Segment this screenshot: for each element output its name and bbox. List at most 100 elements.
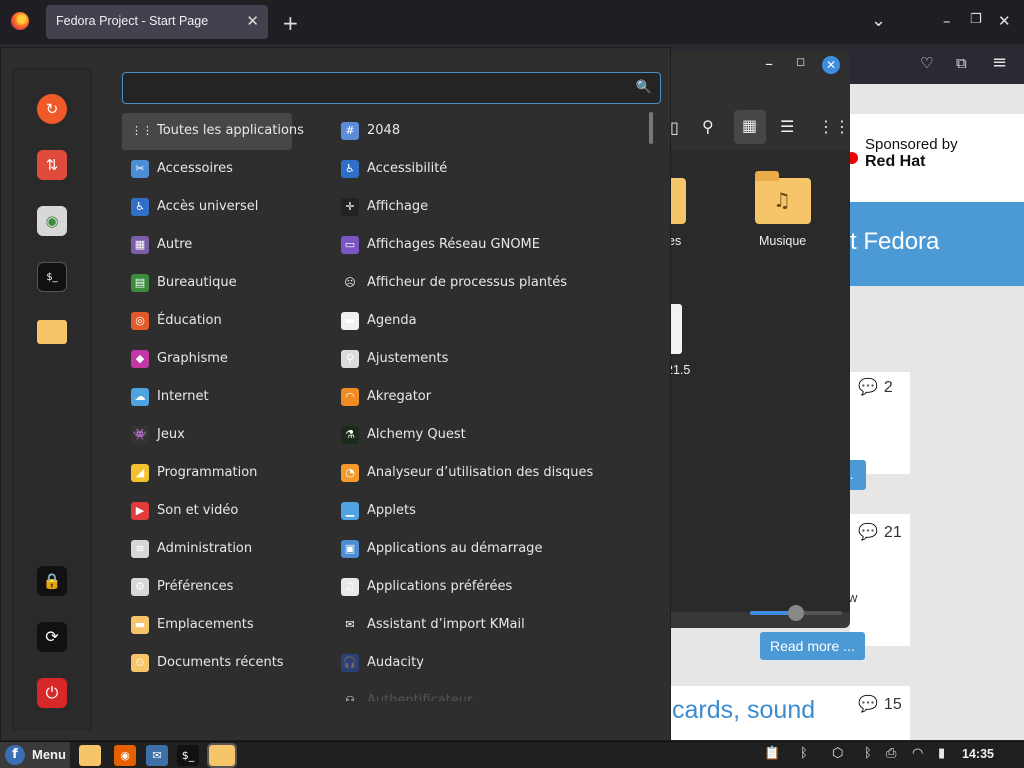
list-view-icon[interactable]: ☰ <box>780 117 794 136</box>
app-label: Affichage <box>367 199 429 214</box>
hamburger-menu-icon[interactable]: ≡ <box>992 52 1007 73</box>
clock[interactable]: 14:35 <box>962 747 994 761</box>
category-item[interactable]: ◎ Éducation <box>122 303 292 340</box>
app-item[interactable]: ▁ Applets <box>332 493 642 530</box>
category-label: Emplacements <box>157 617 254 632</box>
category-item[interactable]: 👾 Jeux <box>122 417 292 454</box>
new-tab-icon[interactable]: + <box>282 11 299 35</box>
tab-title: Fedora Project - Start Page <box>56 14 209 28</box>
category-label: Son et vidéo <box>157 503 239 518</box>
app-item[interactable]: ♿ Accessibilité <box>332 151 642 188</box>
category-icon: ♿ <box>131 198 149 216</box>
power-icon[interactable]: ⏻ <box>37 678 67 708</box>
app-item[interactable]: ▣ Applications au démarrage <box>332 531 642 568</box>
app-icon: # <box>341 122 359 140</box>
folder-icon[interactable] <box>79 745 101 766</box>
app-item[interactable]: ◠ Akregator <box>332 379 642 416</box>
firefox-icon[interactable]: ◉ <box>114 745 136 766</box>
terminal-icon[interactable]: $_ <box>37 262 67 292</box>
app-item[interactable]: ⚗ Alchemy Quest <box>332 417 642 454</box>
fm-minimize-icon[interactable]: – <box>765 54 773 73</box>
menu-button-label: Menu <box>32 747 66 762</box>
category-item[interactable]: ⏲ Documents récents <box>122 645 292 682</box>
menu-button[interactable]: f Menu <box>0 742 70 768</box>
tab-close-icon[interactable]: ✕ <box>246 12 259 30</box>
comment-count[interactable]: 💬 21 <box>858 522 902 542</box>
category-item[interactable]: ⚙ Préférences <box>122 569 292 606</box>
app-item[interactable]: ✉ Assistant d’import KMail <box>332 607 642 644</box>
category-item[interactable]: ◢ Programmation <box>122 455 292 492</box>
terminal-icon[interactable]: $_ <box>177 745 199 766</box>
fm-maximize-icon[interactable]: ◻ <box>796 55 805 68</box>
app-item[interactable]: ◔ Analyseur d’utilisation des disques <box>332 455 642 492</box>
category-item[interactable]: ≡ Administration <box>122 531 292 568</box>
category-icon: ◢ <box>131 464 149 482</box>
minimize-icon[interactable]: – <box>943 12 951 30</box>
package-icon[interactable]: ⬡ <box>832 746 843 761</box>
category-item[interactable]: ▬ Emplacements <box>122 607 292 644</box>
app-item[interactable]: ▭ Affichages Réseau GNOME <box>332 227 642 264</box>
bluetooth-icon[interactable]: ᛒ <box>800 746 808 761</box>
folder-label: Musique <box>759 234 807 248</box>
category-label: Éducation <box>157 313 222 328</box>
mail-icon[interactable]: ✉ <box>146 745 168 766</box>
app-item[interactable]: ♫ Applications préférées <box>332 569 642 606</box>
extensions-icon[interactable]: ⧉ <box>956 54 967 72</box>
read-more-button[interactable]: Read more ... <box>760 632 865 660</box>
category-item[interactable]: ✂ Accessoires <box>122 151 292 188</box>
app-label: Affichages Réseau GNOME <box>367 237 540 252</box>
comment-count[interactable]: 💬 2 <box>858 377 893 397</box>
tab-list-icon[interactable]: ⌄ <box>871 10 886 31</box>
article-title[interactable]: cards, sound <box>672 696 815 725</box>
category-item[interactable]: ▶ Son et vidéo <box>122 493 292 530</box>
app-label: Analyseur d’utilisation des disques <box>367 465 594 480</box>
comment-icon: 💬 <box>858 379 878 396</box>
app-item[interactable]: #2048 <box>332 113 642 150</box>
battery-icon[interactable]: ▮ <box>938 746 945 761</box>
software-icon[interactable]: ⇅ <box>37 150 67 180</box>
app-list-scrollbar[interactable] <box>649 112 653 144</box>
search-input[interactable] <box>131 78 631 98</box>
printer-icon[interactable]: ⎙ <box>886 746 896 761</box>
app-item[interactable]: ⚲ Ajustements <box>332 341 642 378</box>
bluetooth-icon[interactable]: ᛒ <box>864 746 872 761</box>
lock-icon[interactable]: 🔒 <box>37 566 67 596</box>
wifi-icon[interactable]: ◠ <box>912 746 923 761</box>
comment-count[interactable]: 💬 15 <box>858 694 902 714</box>
toggle-settings-icon[interactable]: ◉ <box>37 206 67 236</box>
clipboard-icon[interactable]: 📋 <box>764 746 780 761</box>
search-icon[interactable]: ⚲ <box>702 117 714 136</box>
category-item[interactable]: ▤ Bureautique <box>122 265 292 302</box>
app-item[interactable]: ☹ Afficheur de processus plantés <box>332 265 642 302</box>
folder-icon[interactable] <box>37 320 67 344</box>
fm-path-icon[interactable]: ▯ <box>670 118 679 137</box>
category-item[interactable]: ▦ Autre <box>122 227 292 264</box>
app-icon: ◠ <box>341 388 359 406</box>
category-item[interactable]: ◆ Graphisme <box>122 341 292 378</box>
fm-close-icon[interactable]: ✕ <box>822 56 840 74</box>
maximize-icon[interactable]: ❐ <box>970 12 982 27</box>
browser-tab[interactable]: Fedora Project - Start Page ✕ <box>46 5 268 39</box>
application-menu: ↻ ⇅ ◉ $_ 🔒 ⟳ ⏻ 🔍 ⋮⋮ Toutes les applicatio… <box>0 47 671 741</box>
search-box[interactable]: 🔍 <box>122 72 661 104</box>
firefox-icon[interactable]: ↻ <box>37 94 67 124</box>
app-item[interactable]: ⚇ Authentificateur <box>332 683 642 701</box>
pocket-icon[interactable]: ♡ <box>920 54 933 72</box>
folder-icon[interactable] <box>207 743 237 768</box>
app-icon: ☹ <box>341 274 359 292</box>
browser-tab-bar: Fedora Project - Start Page ✕ + ⌄ – ❐ ✕ <box>0 0 1024 44</box>
app-item[interactable]: ✛ Affichage <box>332 189 642 226</box>
category-item[interactable]: ☁ Internet <box>122 379 292 416</box>
grid-view-button[interactable]: ▦ <box>734 110 766 144</box>
logout-icon[interactable]: ⟳ <box>37 622 67 652</box>
app-item[interactable]: 🎧 Audacity <box>332 645 642 682</box>
category-item[interactable]: ⋮⋮ Toutes les applications <box>122 113 304 150</box>
view-options-icon[interactable]: ⋮⋮ <box>818 117 850 136</box>
zoom-slider-handle[interactable] <box>788 605 804 621</box>
window-close-icon[interactable]: ✕ <box>998 12 1011 30</box>
app-icon: ⚇ <box>341 692 359 701</box>
category-label: Documents récents <box>157 655 284 670</box>
music-folder-icon[interactable]: ♫ <box>755 171 811 224</box>
category-item[interactable]: ♿ Accès universel <box>122 189 292 226</box>
app-item[interactable]: ▬ Agenda <box>332 303 642 340</box>
